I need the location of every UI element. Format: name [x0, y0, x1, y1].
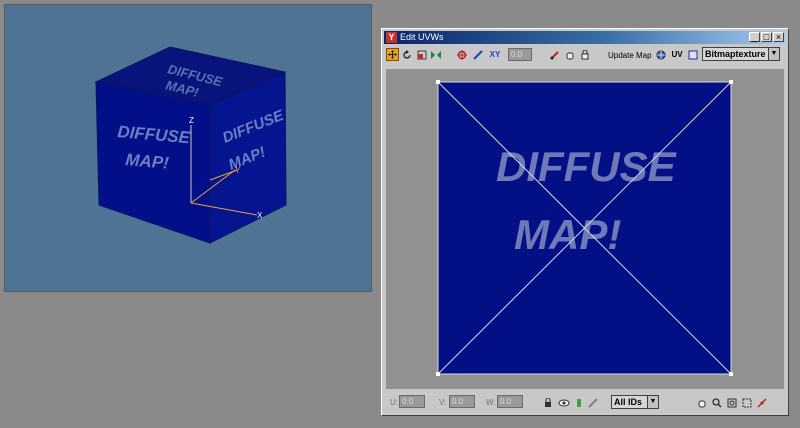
move-icon[interactable]: [386, 48, 399, 61]
pan-icon[interactable]: [696, 396, 708, 409]
close-button[interactable]: ×: [773, 32, 784, 42]
gizmo-z-label: Z: [189, 116, 194, 125]
zoom-icon[interactable]: [711, 396, 723, 409]
uv-texture-text-2: MAP!: [514, 211, 621, 258]
lock-icon[interactable]: [579, 48, 591, 61]
texture-dropdown[interactable]: Bitmaptexture ▼: [702, 47, 780, 61]
uv-vertex-bottom-left[interactable]: [436, 372, 440, 376]
gizmo-y-label: Y: [235, 166, 241, 175]
texture-dropdown-value: Bitmaptexture: [705, 49, 766, 59]
uv-canvas-drawing: DIFFUSE MAP!: [436, 80, 733, 376]
mirror-icon[interactable]: [430, 48, 442, 61]
perspective-viewport[interactable]: DIFFUSE MAP! DIFFUSE MAP! DIFFUSE MAP! Z…: [4, 4, 372, 292]
ids-dropdown-arrow-icon[interactable]: ▼: [647, 396, 658, 408]
v-label: V:: [439, 398, 447, 407]
update-map-button[interactable]: Update Map: [608, 51, 652, 60]
hide-icon[interactable]: [557, 396, 571, 409]
minimize-button[interactable]: _: [749, 32, 760, 42]
zoom-extents-icon[interactable]: [741, 396, 753, 409]
max-app-icon: Y: [386, 32, 397, 43]
pen-icon[interactable]: [472, 48, 484, 61]
window-title: Edit UVWs: [400, 32, 444, 42]
uv-editor-canvas[interactable]: DIFFUSE MAP!: [386, 69, 784, 389]
u-label: U:: [390, 398, 398, 407]
u-spinner[interactable]: 0.0: [399, 395, 425, 408]
ids-dropdown-value: All IDs: [614, 397, 643, 407]
uv-vertex-bottom-right[interactable]: [729, 372, 733, 376]
ids-dropdown[interactable]: All IDs ▼: [611, 395, 659, 409]
uvw-bottom-bar: U: 0.0 V: 0.0 W: 0.0 All IDs ▼: [384, 391, 786, 413]
options-icon[interactable]: [687, 48, 699, 61]
edit-uvws-window: Y Edit UVWs _ □ × XY 0.0 Update Map UV B…: [381, 28, 789, 416]
zoom-region-icon[interactable]: [726, 396, 738, 409]
uvw-toolbar: XY 0.0 Update Map UV Bitmaptexture ▼: [384, 45, 786, 64]
scale-icon[interactable]: [416, 48, 428, 61]
uv-axis-button[interactable]: UV: [669, 48, 685, 61]
lock-selection-icon[interactable]: [542, 396, 554, 409]
w-spinner[interactable]: 0.0: [497, 395, 523, 408]
rotate-icon[interactable]: [401, 48, 413, 61]
snap-icon[interactable]: [756, 396, 768, 409]
viewport-scene: DIFFUSE MAP! DIFFUSE MAP! DIFFUSE MAP! Z…: [94, 46, 287, 244]
freeze-icon[interactable]: [573, 396, 585, 409]
cube-left-text-2: MAP!: [125, 150, 170, 173]
v-spinner[interactable]: 0.0: [449, 395, 475, 408]
display-map-icon[interactable]: [655, 48, 667, 61]
maximize-button[interactable]: □: [761, 32, 772, 42]
dropdown-arrow-icon[interactable]: ▼: [768, 48, 779, 60]
freeform-icon[interactable]: [456, 48, 468, 61]
w-label: W:: [486, 398, 496, 407]
filter-icon[interactable]: [587, 396, 599, 409]
uv-vertex-top-right[interactable]: [729, 80, 733, 84]
uv-vertex-top-left[interactable]: [436, 80, 440, 84]
toolbar-spinner[interactable]: 0.0: [508, 48, 532, 61]
hand-icon[interactable]: [564, 48, 576, 61]
window-titlebar[interactable]: Y Edit UVWs _ □ ×: [384, 31, 786, 44]
xy-toggle-icon[interactable]: XY: [487, 48, 503, 61]
brush-icon[interactable]: [549, 48, 561, 61]
gizmo-x-label: X: [257, 211, 263, 220]
